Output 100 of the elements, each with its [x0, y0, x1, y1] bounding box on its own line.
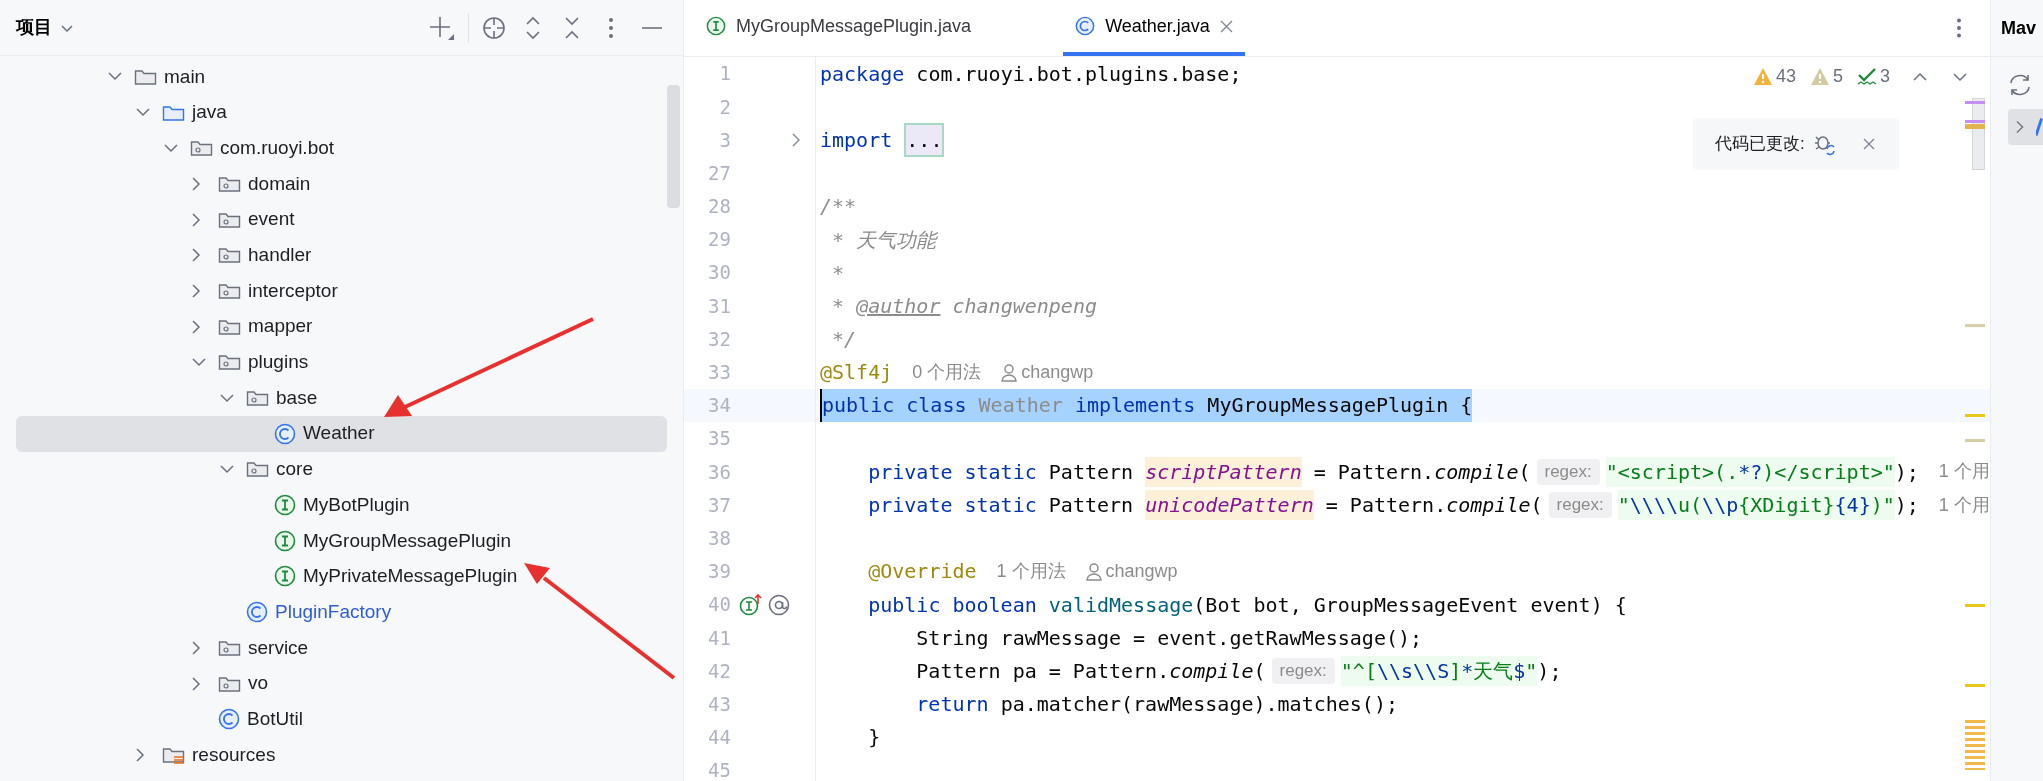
refresh-icon[interactable] — [2008, 74, 2032, 96]
chevron-right-icon[interactable] — [136, 747, 145, 762]
chevron-down-icon[interactable] — [192, 357, 206, 367]
usage-count[interactable]: 1 个用 — [1938, 491, 1990, 519]
tree-item[interactable]: com.ruoyi.bot — [16, 130, 667, 167]
error-stripe-marker[interactable] — [1965, 101, 1985, 104]
chevron-down-icon[interactable] — [220, 393, 234, 403]
minimize-icon[interactable] — [642, 25, 662, 30]
tree-item[interactable]: service — [16, 630, 667, 666]
tree-item[interactable]: plugins — [16, 344, 667, 381]
code-text: com.ruoyi.bot.plugins.base; — [916, 60, 1242, 88]
error-stripe-marker[interactable] — [1965, 124, 1985, 129]
close-icon[interactable] — [1219, 19, 1233, 33]
chevron-right-icon[interactable] — [192, 248, 201, 263]
tree-item-label: java — [192, 100, 227, 125]
chevron-right-icon[interactable] — [192, 176, 201, 191]
tree-item[interactable]: core — [16, 451, 667, 488]
previous-highlight-icon[interactable] — [1912, 71, 1928, 82]
tree-item[interactable]: BotUtil — [16, 701, 667, 738]
tree-item[interactable]: domain — [16, 166, 667, 202]
line-number: 41 — [707, 625, 731, 651]
error-stripe-marker[interactable] — [1965, 720, 1985, 770]
tree-item[interactable]: main — [16, 59, 667, 95]
tree-item[interactable]: event — [16, 201, 667, 238]
tree-row[interactable] — [2008, 109, 2043, 145]
fold-chevron-icon[interactable] — [792, 132, 800, 147]
chevron-right-icon[interactable] — [192, 640, 201, 655]
usage-count[interactable]: 0 个用法 — [912, 358, 982, 386]
chevron-down-icon[interactable] — [60, 22, 74, 33]
code-text: ( — [1253, 657, 1266, 685]
tree-item[interactable]: MyBotPlugin — [16, 487, 667, 523]
more-options-icon[interactable] — [608, 16, 614, 39]
error-stripe-marker[interactable] — [1965, 414, 1985, 417]
tree-item[interactable]: interceptor — [16, 273, 667, 309]
code-string-escape: \\s\\S — [1376, 655, 1450, 686]
tree-item[interactable]: MyGroupMessagePlugin — [16, 522, 667, 559]
tree-item[interactable]: handler — [16, 237, 667, 274]
chevron-right-icon[interactable] — [192, 283, 201, 298]
scrollbar-thumb[interactable] — [667, 85, 680, 208]
line-number: 38 — [707, 525, 731, 551]
code-text: pa.matcher(rawMessage).matches(); — [1000, 691, 1398, 719]
tree-item[interactable]: resources — [16, 737, 667, 773]
code-field: scriptPattern — [1145, 456, 1302, 487]
tree-item[interactable]: Weather — [16, 415, 667, 452]
code-text: } — [868, 724, 881, 752]
tree-item[interactable]: PluginFactory — [16, 594, 667, 630]
code-text: Pattern — [1048, 492, 1134, 520]
folded-imports[interactable]: ... — [904, 123, 945, 157]
chevron-right-icon[interactable] — [2016, 120, 2024, 134]
error-stripe-marker[interactable] — [1965, 120, 1985, 123]
error-stripe-marker[interactable] — [1965, 439, 1985, 442]
close-icon[interactable] — [1862, 138, 1875, 150]
tree-item[interactable]: base — [16, 380, 667, 416]
code-method-name: validMessage — [1048, 591, 1194, 619]
tree-item-label: vo — [248, 671, 269, 696]
next-highlight-icon[interactable] — [1952, 71, 1968, 82]
more-options-icon[interactable] — [1956, 18, 1962, 38]
collapse-all-icon[interactable] — [564, 15, 580, 40]
annotation-icon[interactable] — [768, 593, 790, 616]
error-stripe-marker[interactable] — [1965, 324, 1985, 327]
tree-item-label: com.ruoyi.bot — [220, 135, 335, 160]
line-number: 40 — [707, 592, 731, 618]
locate-icon[interactable] — [482, 15, 506, 40]
class-icon — [274, 422, 296, 445]
implements-method-icon[interactable] — [739, 593, 762, 616]
editor-tab[interactable]: MyGroupMessagePlugin.java — [694, 0, 984, 56]
panel-title[interactable]: 项目 — [16, 14, 52, 41]
inspection-count[interactable]: 3 — [1880, 63, 1890, 90]
tree-item[interactable]: vo — [16, 665, 667, 702]
expand-all-icon[interactable] — [525, 15, 541, 40]
chevron-down-icon[interactable] — [220, 464, 234, 474]
error-stripe-marker[interactable] — [1965, 604, 1985, 607]
usage-count[interactable]: 1 个用法 — [996, 557, 1066, 585]
line-number: 1 — [718, 61, 731, 87]
code-keyword: private static — [868, 492, 1037, 520]
code-text: MyGroupMessagePlugin { — [1207, 392, 1473, 420]
editor-tab[interactable]: Weather.java — [1063, 0, 1245, 56]
error-stripe-marker[interactable] — [1965, 684, 1985, 687]
spellcheck-icon[interactable] — [1857, 67, 1877, 86]
tree-item[interactable]: java — [16, 94, 667, 131]
chevron-down-icon[interactable] — [164, 143, 178, 153]
code-text: (Bot bot, GroupMessageEvent event) { — [1193, 591, 1627, 619]
tree-item[interactable]: mapper — [16, 308, 667, 345]
code-keyword: return — [916, 691, 989, 719]
usage-count[interactable]: 1 个用 — [1938, 458, 1990, 486]
tree-item[interactable]: MyPrivateMessagePlugin — [16, 558, 667, 595]
tree-item-label: domain — [248, 171, 311, 196]
code-text: String rawMessage = event.getRawMessage(); — [916, 624, 1423, 652]
chevron-down-icon[interactable] — [108, 72, 122, 82]
chevron-right-icon[interactable] — [192, 676, 201, 691]
code-string: " — [1617, 490, 1630, 521]
chevron-right-icon[interactable] — [192, 319, 201, 334]
notification-text: 代码已更改: — [1715, 133, 1805, 156]
chevron-down-icon[interactable] — [136, 108, 150, 118]
add-icon[interactable] — [429, 14, 455, 41]
chevron-right-icon[interactable] — [192, 212, 201, 227]
inspection-count[interactable]: 5 — [1832, 63, 1843, 90]
code-field: unicodePattern — [1145, 490, 1314, 521]
inspection-count[interactable]: 43 — [1775, 63, 1796, 90]
code-string: "<script>(. — [1605, 456, 1739, 487]
